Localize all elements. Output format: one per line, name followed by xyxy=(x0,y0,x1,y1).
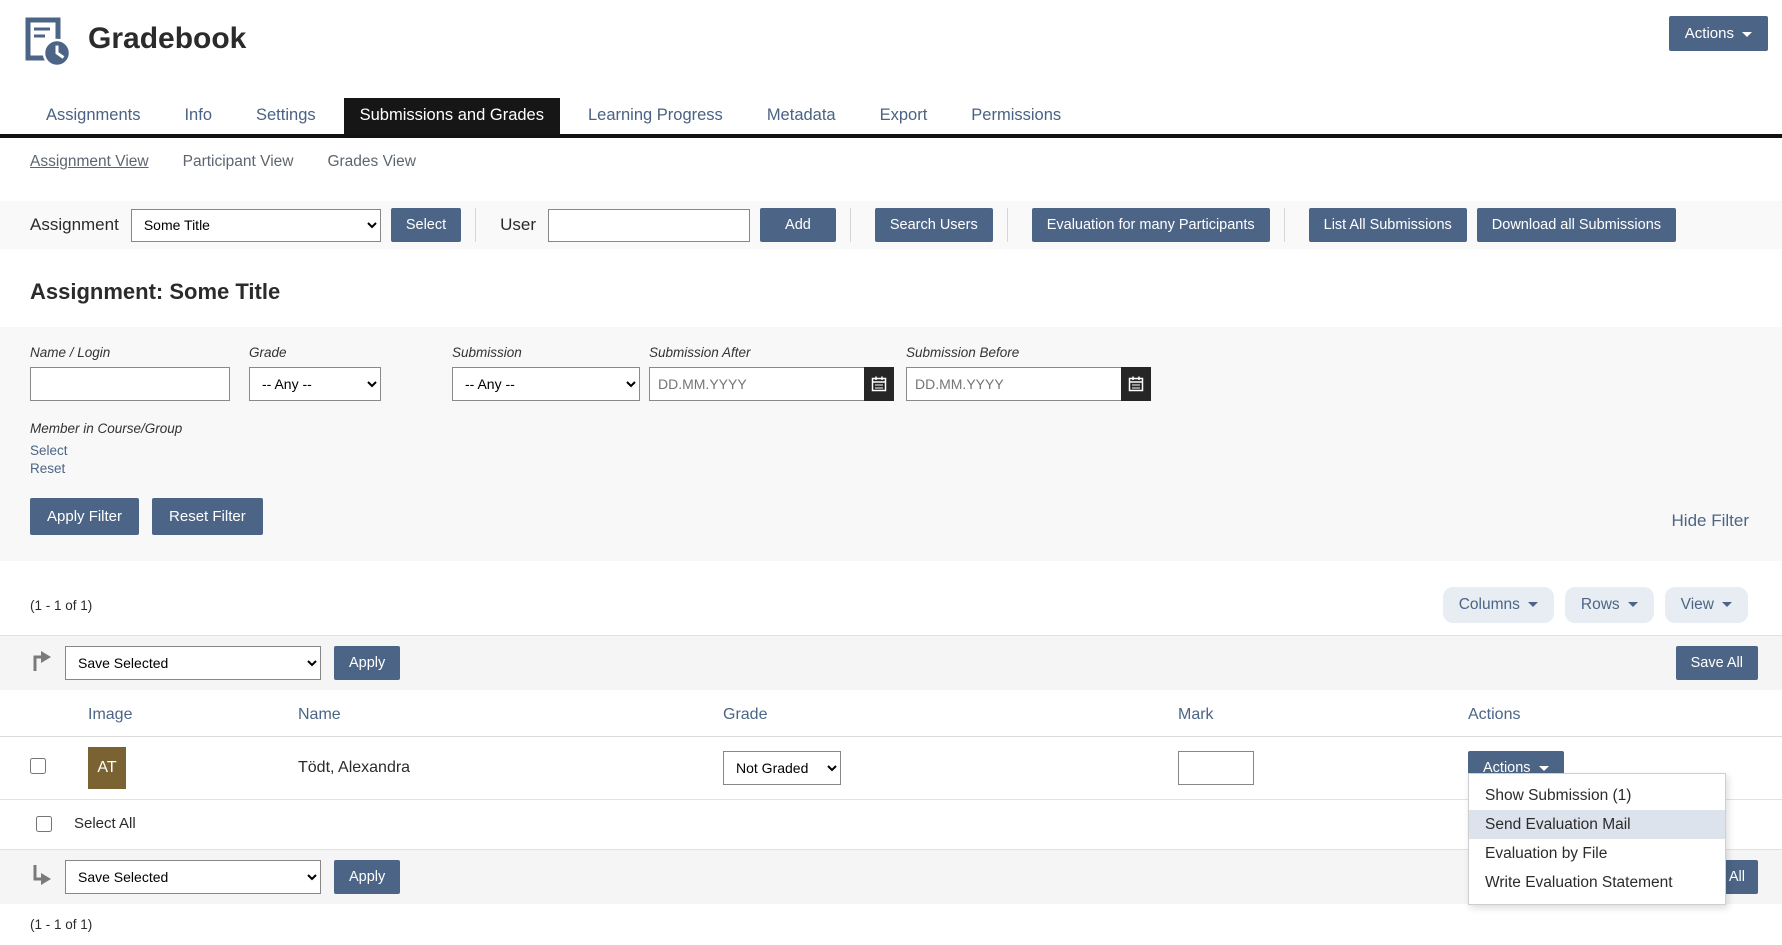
grade-select[interactable]: Not Graded xyxy=(723,751,841,785)
chevron-down-icon xyxy=(1628,602,1638,607)
member-select-link[interactable]: Select xyxy=(30,443,68,458)
calendar-icon xyxy=(871,376,887,392)
submission-filter-label: Submission xyxy=(452,345,640,360)
tab-assignments[interactable]: Assignments xyxy=(30,98,156,134)
toolbar-divider xyxy=(475,208,476,242)
mark-input[interactable] xyxy=(1178,751,1254,785)
apply-bulk-top-button[interactable]: Apply xyxy=(334,646,400,680)
apply-bulk-bottom-button[interactable]: Apply xyxy=(334,860,400,894)
arrow-down-right-icon xyxy=(30,864,52,890)
bulk-action-select-bottom[interactable]: Save Selected xyxy=(65,860,321,894)
header-spacer xyxy=(30,699,88,727)
calendar-icon xyxy=(1128,376,1144,392)
column-header-name[interactable]: Name xyxy=(298,690,723,736)
rows-dropdown-button[interactable]: Rows xyxy=(1565,587,1654,623)
submission-after-input[interactable] xyxy=(649,367,864,401)
column-header-image[interactable]: Image xyxy=(88,690,298,736)
submission-before-input[interactable] xyxy=(906,367,1121,401)
download-all-submissions-button[interactable]: Download all Submissions xyxy=(1477,208,1676,242)
chevron-down-icon xyxy=(1722,602,1732,607)
tab-permissions[interactable]: Permissions xyxy=(955,98,1077,134)
filter-field-submission-before: Submission Before xyxy=(906,345,1151,401)
tab-learning-progress[interactable]: Learning Progress xyxy=(572,98,739,134)
member-course-group-label: Member in Course/Group xyxy=(30,421,1752,436)
submission-before-calendar-button[interactable] xyxy=(1121,367,1151,401)
hide-filter-link[interactable]: Hide Filter xyxy=(1672,511,1749,531)
name-login-label: Name / Login xyxy=(30,345,230,360)
select-assignment-button[interactable]: Select xyxy=(391,208,461,242)
submission-filter-select[interactable]: -- Any -- xyxy=(452,367,640,401)
table-header-row: Image Name Grade Mark Actions xyxy=(0,690,1782,737)
submission-after-label: Submission After xyxy=(649,345,894,360)
table-controls: (1 - 1 of 1) Columns Rows View xyxy=(0,561,1782,635)
subtab-grades-view[interactable]: Grades View xyxy=(327,153,415,171)
grade-filter-select[interactable]: -- Any -- xyxy=(249,367,381,401)
pagination-bottom: (1 - 1 of 1) xyxy=(0,904,1782,945)
member-reset-link[interactable]: Reset xyxy=(30,461,65,476)
subtab-bar: Assignment View Participant View Grades … xyxy=(0,138,1782,171)
add-user-button[interactable]: Add xyxy=(760,208,836,242)
tab-bar: Assignments Info Settings Submissions an… xyxy=(0,98,1782,138)
grade-filter-label: Grade xyxy=(249,345,381,360)
name-login-input[interactable] xyxy=(30,367,230,401)
toolbar-divider xyxy=(850,208,851,242)
menu-item-write-evaluation-statement[interactable]: Write Evaluation Statement xyxy=(1469,868,1725,897)
evaluation-many-participants-button[interactable]: Evaluation for many Participants xyxy=(1032,208,1270,242)
filter-field-grade: Grade -- Any -- xyxy=(249,345,381,401)
gradebook-icon xyxy=(24,16,72,72)
filter-field-submission: Submission -- Any -- xyxy=(452,345,640,401)
save-all-top-button[interactable]: Save All xyxy=(1676,646,1758,680)
toolbar: Assignment Some Title Select User Add Se… xyxy=(0,201,1782,249)
page-title: Gradebook xyxy=(88,22,246,56)
columns-dropdown-button[interactable]: Columns xyxy=(1443,587,1554,623)
avatar: AT xyxy=(88,747,126,789)
user-label: User xyxy=(500,215,536,235)
page-actions-button[interactable]: Actions xyxy=(1669,16,1768,51)
column-header-actions[interactable]: Actions xyxy=(1468,690,1782,736)
submission-before-label: Submission Before xyxy=(906,345,1151,360)
column-header-grade[interactable]: Grade xyxy=(723,690,1178,736)
assignment-heading: Assignment: Some Title xyxy=(30,279,1752,305)
submission-after-calendar-button[interactable] xyxy=(864,367,894,401)
assignment-select[interactable]: Some Title xyxy=(131,209,381,242)
menu-item-evaluation-by-file[interactable]: Evaluation by File xyxy=(1469,839,1725,868)
row-checkbox[interactable] xyxy=(30,758,46,774)
filter-field-submission-after: Submission After xyxy=(649,345,894,401)
select-all-checkbox[interactable] xyxy=(36,816,52,832)
bulk-action-select-top[interactable]: Save Selected xyxy=(65,646,321,680)
subtab-participant-view[interactable]: Participant View xyxy=(183,153,294,171)
bulk-actions-top: Save Selected Apply Save All xyxy=(0,636,1782,690)
list-all-submissions-button[interactable]: List All Submissions xyxy=(1309,208,1467,242)
chevron-down-icon xyxy=(1742,32,1752,37)
user-input[interactable] xyxy=(548,209,750,242)
view-dropdown-button[interactable]: View xyxy=(1665,587,1748,623)
chevron-down-icon xyxy=(1528,602,1538,607)
select-all-label: Select All xyxy=(74,815,136,832)
participant-name: Tödt, Alexandra xyxy=(298,759,723,777)
pagination-top: (1 - 1 of 1) xyxy=(30,598,92,613)
reset-filter-button[interactable]: Reset Filter xyxy=(152,498,263,535)
chevron-down-icon xyxy=(1539,766,1549,771)
tab-submissions-and-grades[interactable]: Submissions and Grades xyxy=(344,98,560,134)
page-header: Gradebook xyxy=(0,0,1782,72)
tab-settings[interactable]: Settings xyxy=(240,98,332,134)
column-header-mark[interactable]: Mark xyxy=(1178,690,1468,736)
assignment-label: Assignment xyxy=(30,215,119,235)
search-users-button[interactable]: Search Users xyxy=(875,208,993,242)
toolbar-divider xyxy=(1284,208,1285,242)
subtab-assignment-view[interactable]: Assignment View xyxy=(30,153,149,171)
arrow-up-right-icon xyxy=(30,650,52,676)
tab-metadata[interactable]: Metadata xyxy=(751,98,852,134)
filter-field-name-login: Name / Login xyxy=(30,345,230,401)
tab-info[interactable]: Info xyxy=(168,98,228,134)
apply-filter-button[interactable]: Apply Filter xyxy=(30,498,139,535)
toolbar-divider xyxy=(1007,208,1008,242)
menu-item-show-submission[interactable]: Show Submission (1) xyxy=(1469,781,1725,810)
filter-section: Name / Login Grade -- Any -- Submission … xyxy=(0,327,1782,561)
row-actions-menu: Show Submission (1) Send Evaluation Mail… xyxy=(1468,773,1726,905)
tab-export[interactable]: Export xyxy=(864,98,944,134)
menu-item-send-evaluation-mail[interactable]: Send Evaluation Mail xyxy=(1469,810,1725,839)
